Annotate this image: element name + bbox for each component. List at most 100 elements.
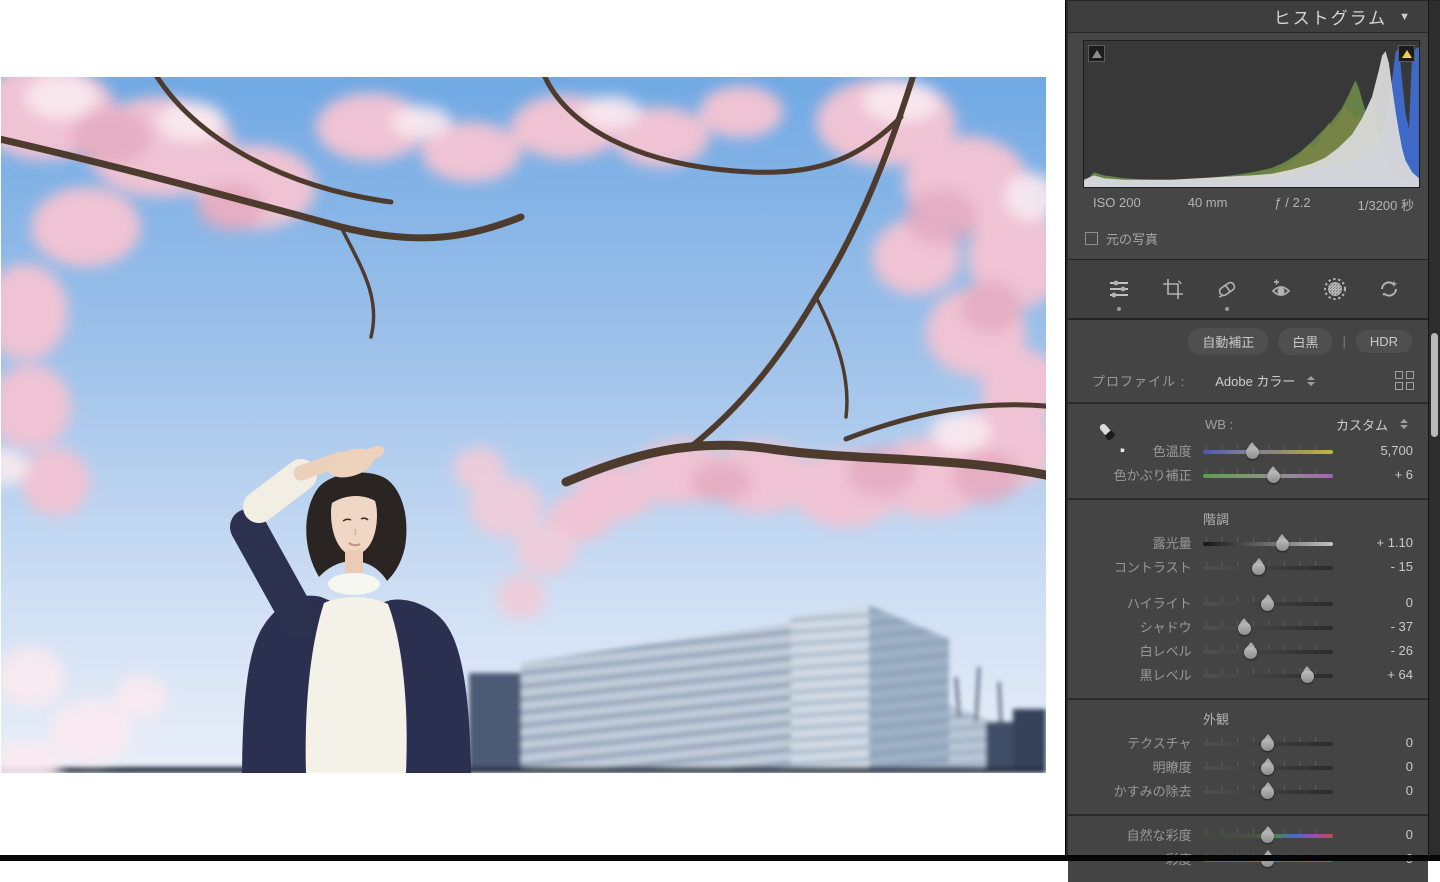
slider-section: 階調露光量 + 1.10 コントラスト - 15 ハイライト 0 シャドウ - 37 白レベル-… [1068, 498, 1428, 698]
slider-track[interactable] [1203, 617, 1334, 635]
slider-row: 露光量 + 1.10 [1068, 530, 1428, 554]
slider-thumb[interactable] [1252, 562, 1265, 575]
exif-focal-length: 40 mm [1188, 195, 1228, 214]
slider-label: ハイライト [1068, 593, 1192, 612]
slider-track[interactable] [1203, 665, 1334, 683]
slider-value[interactable]: 0 [1333, 783, 1413, 798]
presets-divider: | [1342, 334, 1345, 349]
slider-value[interactable]: 0 [1333, 759, 1413, 774]
histogram-chart [1084, 41, 1419, 187]
slider-value[interactable]: - 15 [1333, 559, 1413, 574]
slider-thumb[interactable] [1276, 538, 1289, 551]
slider-track[interactable] [1203, 465, 1334, 483]
slider-label: 露光量 [1068, 533, 1192, 552]
slider-row: 明瞭度 0 [1068, 754, 1428, 778]
slider-row: かすみの除去0 [1068, 778, 1428, 802]
slider-thumb[interactable] [1267, 470, 1280, 483]
exif-aperture: ƒ / 2.2 [1274, 195, 1310, 214]
scrollbar-thumb[interactable] [1431, 333, 1438, 437]
develop-panel: ヒストグラム ▼ ISO 200 40 mm ƒ / 2.2 1/3200 秒 … [1065, 0, 1440, 861]
histogram-section: ISO 200 40 mm ƒ / 2.2 1/3200 秒 元の写真 [1068, 33, 1428, 260]
slider-thumb[interactable] [1261, 786, 1274, 799]
slider-row: 黒レベル+ 64 [1068, 662, 1428, 686]
photo-canvas [1, 77, 1046, 773]
profile-dropdown-icon[interactable] [1307, 376, 1315, 386]
original-photo-checkbox[interactable] [1085, 232, 1098, 245]
red-eye-icon[interactable] [1266, 260, 1296, 318]
crop-icon[interactable] [1158, 260, 1188, 318]
slider-thumb[interactable] [1261, 830, 1274, 843]
slider-thumb[interactable] [1246, 446, 1259, 459]
slider-label: テクスチャ [1068, 733, 1192, 752]
slider-label: 明瞭度 [1068, 757, 1192, 776]
slider-value[interactable]: + 6 [1333, 467, 1413, 482]
original-photo-row[interactable]: 元の写真 [1083, 220, 1420, 257]
masking-icon[interactable] [1320, 260, 1350, 318]
slider-value[interactable]: + 1.10 [1333, 535, 1413, 550]
highlight-clipping-icon [1402, 50, 1412, 58]
slider-thumb[interactable] [1261, 598, 1274, 611]
hdr-button[interactable]: HDR [1356, 330, 1412, 353]
slider-label: シャドウ [1068, 617, 1192, 636]
bottom-edge-bar [0, 855, 1440, 861]
highlight-clipping-button[interactable] [1398, 45, 1415, 62]
slider-row: 自然な彩度 0 [1068, 822, 1428, 846]
wb-value[interactable]: カスタム [1336, 415, 1388, 434]
histogram-title: ヒストグラム [1274, 4, 1388, 29]
collapse-chevron-icon[interactable]: ▼ [1399, 11, 1410, 23]
slider-value[interactable]: + 64 [1333, 667, 1413, 682]
sync-icon[interactable] [1374, 260, 1404, 318]
wb-eyedropper-icon[interactable] [1092, 418, 1134, 460]
wb-dropdown-icon[interactable] [1400, 419, 1408, 429]
original-photo-label: 元の写真 [1106, 229, 1158, 248]
slider-row: テクスチャ 0 [1068, 730, 1428, 754]
slider-thumb[interactable] [1261, 738, 1274, 751]
slider-track[interactable] [1203, 757, 1334, 775]
slider-value[interactable]: 0 [1333, 735, 1413, 750]
slider-row: 白レベル- 26 [1068, 638, 1428, 662]
slider-thumb[interactable] [1261, 762, 1274, 775]
slider-label: 自然な彩度 [1068, 825, 1192, 844]
slider-label: 色かぶり補正 [1068, 465, 1192, 484]
basic-adjustments-panel: 自動補正 白黒 | HDR プロファイル : Adobe カラー [1068, 320, 1428, 882]
section-header: 階調 [1068, 506, 1428, 530]
wb-label: WB : [1205, 417, 1233, 432]
slider-value[interactable]: 0 [1333, 827, 1413, 842]
slider-track[interactable] [1203, 733, 1334, 751]
slider-value[interactable]: 5,700 [1333, 443, 1413, 458]
slider-track[interactable] [1203, 533, 1334, 551]
white-balance-section: WB : カスタム 色温度5,700色かぶり補正+ 6 [1068, 402, 1428, 498]
exif-iso: ISO 200 [1093, 195, 1141, 214]
slider-row: 色かぶり補正 + 6 [1068, 462, 1428, 486]
slider-value[interactable]: - 37 [1333, 619, 1413, 634]
profile-label: プロファイル : [1092, 371, 1185, 390]
profile-browser-icon[interactable] [1395, 371, 1414, 390]
histogram[interactable] [1083, 40, 1420, 188]
slider-track[interactable] [1203, 825, 1334, 843]
profile-row: プロファイル : Adobe カラー [1068, 361, 1428, 402]
presets-row: 自動補正 白黒 | HDR [1068, 320, 1428, 361]
slider-row: ハイライト 0 [1068, 590, 1428, 614]
shadow-clipping-button[interactable] [1088, 45, 1105, 62]
panel-scrollbar[interactable] [1428, 1, 1440, 861]
slider-row: コントラスト - 15 [1068, 554, 1428, 578]
slider-value[interactable]: - 26 [1333, 643, 1413, 658]
healing-icon[interactable] [1212, 260, 1242, 318]
black-white-button[interactable]: 白黒 [1278, 328, 1332, 355]
slider-thumb[interactable] [1301, 670, 1314, 683]
slider-thumb[interactable] [1244, 646, 1257, 659]
histogram-panel-header[interactable]: ヒストグラム ▼ [1068, 1, 1428, 33]
auto-correct-button[interactable]: 自動補正 [1188, 328, 1268, 355]
slider-track[interactable] [1203, 781, 1334, 799]
slider-label: コントラスト [1068, 557, 1192, 576]
section-header: 外観 [1068, 706, 1428, 730]
profile-value[interactable]: Adobe カラー [1215, 371, 1295, 390]
slider-track[interactable] [1203, 641, 1334, 659]
slider-track[interactable] [1203, 557, 1334, 575]
slider-track[interactable] [1203, 441, 1334, 459]
slider-value[interactable]: 0 [1333, 595, 1413, 610]
histogram-series-luminance [1084, 51, 1419, 187]
edit-sliders-icon[interactable] [1104, 260, 1134, 318]
slider-track[interactable] [1203, 593, 1334, 611]
slider-thumb[interactable] [1238, 622, 1251, 635]
